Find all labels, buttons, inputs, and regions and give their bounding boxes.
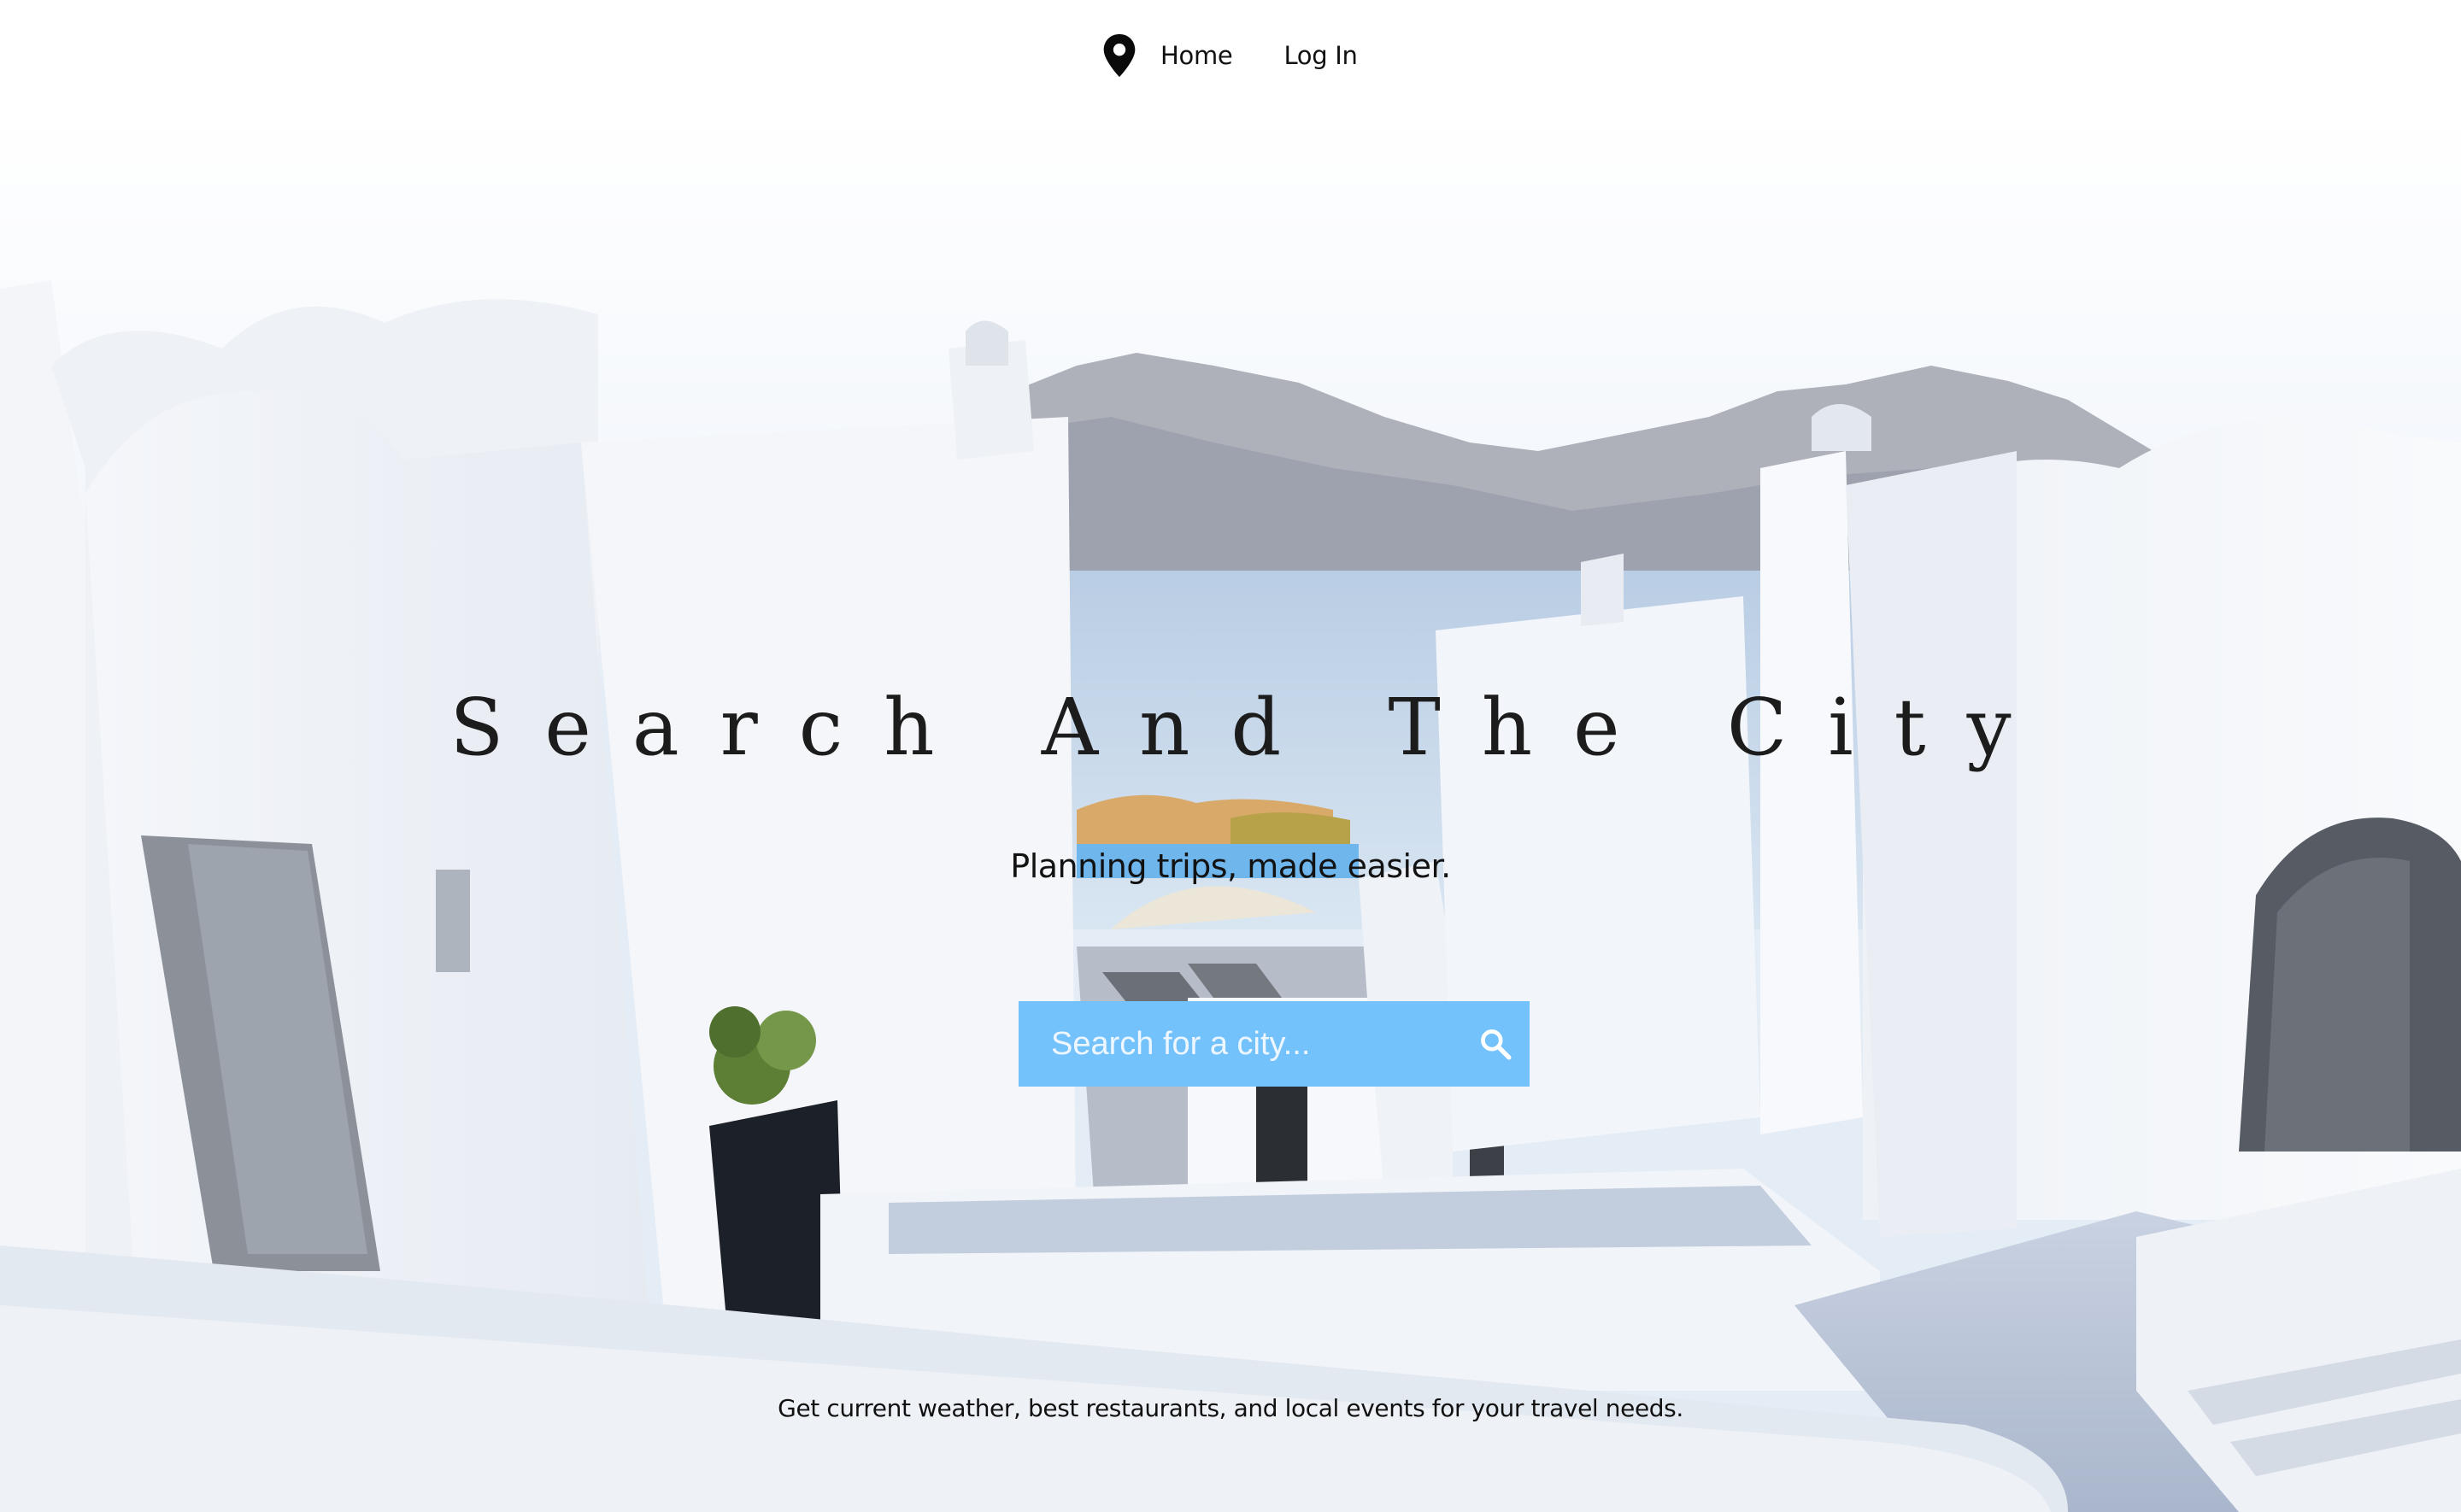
hero-background-image xyxy=(0,109,2461,1512)
site-title: Search And The City xyxy=(449,682,2053,773)
feature-description: Get current weather, best restaurants, a… xyxy=(778,1394,1683,1422)
top-navigation-bar: Home Log In xyxy=(0,0,2461,109)
nav-links: Home Log In xyxy=(1102,32,1358,79)
tagline: Planning trips, made easier. xyxy=(1010,847,1451,885)
nav-link-login[interactable]: Log In xyxy=(1283,41,1357,70)
search-button[interactable] xyxy=(1469,1001,1521,1087)
map-pin-icon[interactable] xyxy=(1102,34,1137,77)
city-search-input[interactable] xyxy=(1019,1001,1469,1087)
nav-link-home[interactable]: Home xyxy=(1160,41,1233,70)
city-search-bar xyxy=(1019,1001,1530,1087)
search-icon xyxy=(1480,1029,1511,1060)
hero-section: Search And The City Planning trips, made… xyxy=(0,109,2461,1512)
